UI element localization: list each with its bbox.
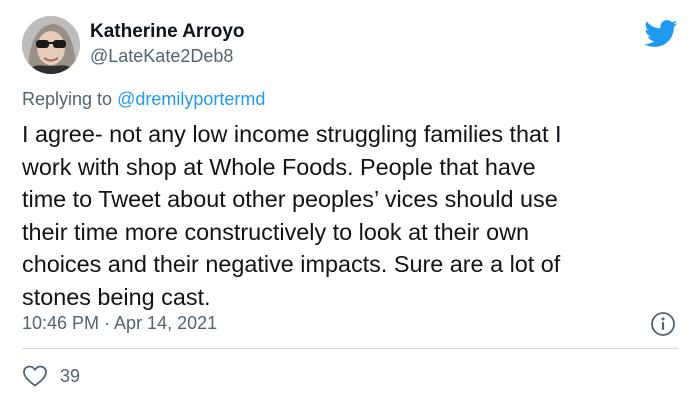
heart-icon[interactable] (22, 364, 48, 388)
twitter-bird-icon[interactable] (644, 20, 678, 48)
avatar[interactable] (22, 16, 80, 74)
tweet-timestamp[interactable]: 10:46 PM · Apr 14, 2021 (22, 312, 217, 334)
avatar-image (22, 16, 80, 74)
author-display-name[interactable]: Katherine Arroyo (90, 20, 245, 44)
tweet-text: I agree- not any low income struggling f… (22, 121, 562, 310)
author-handle[interactable]: @LateKate2Deb8 (90, 45, 233, 67)
like-count: 39 (60, 366, 81, 386)
info-icon[interactable] (650, 311, 676, 337)
divider (22, 348, 678, 349)
tweet-card: Katherine Arroyo @LateKate2Deb8 Replying… (0, 0, 700, 402)
replying-to-label: Replying to (22, 89, 118, 109)
reply-mention-link[interactable]: @dremilyportermd (117, 89, 265, 109)
replying-to-line: Replying to @dremilyportermd (22, 88, 265, 110)
